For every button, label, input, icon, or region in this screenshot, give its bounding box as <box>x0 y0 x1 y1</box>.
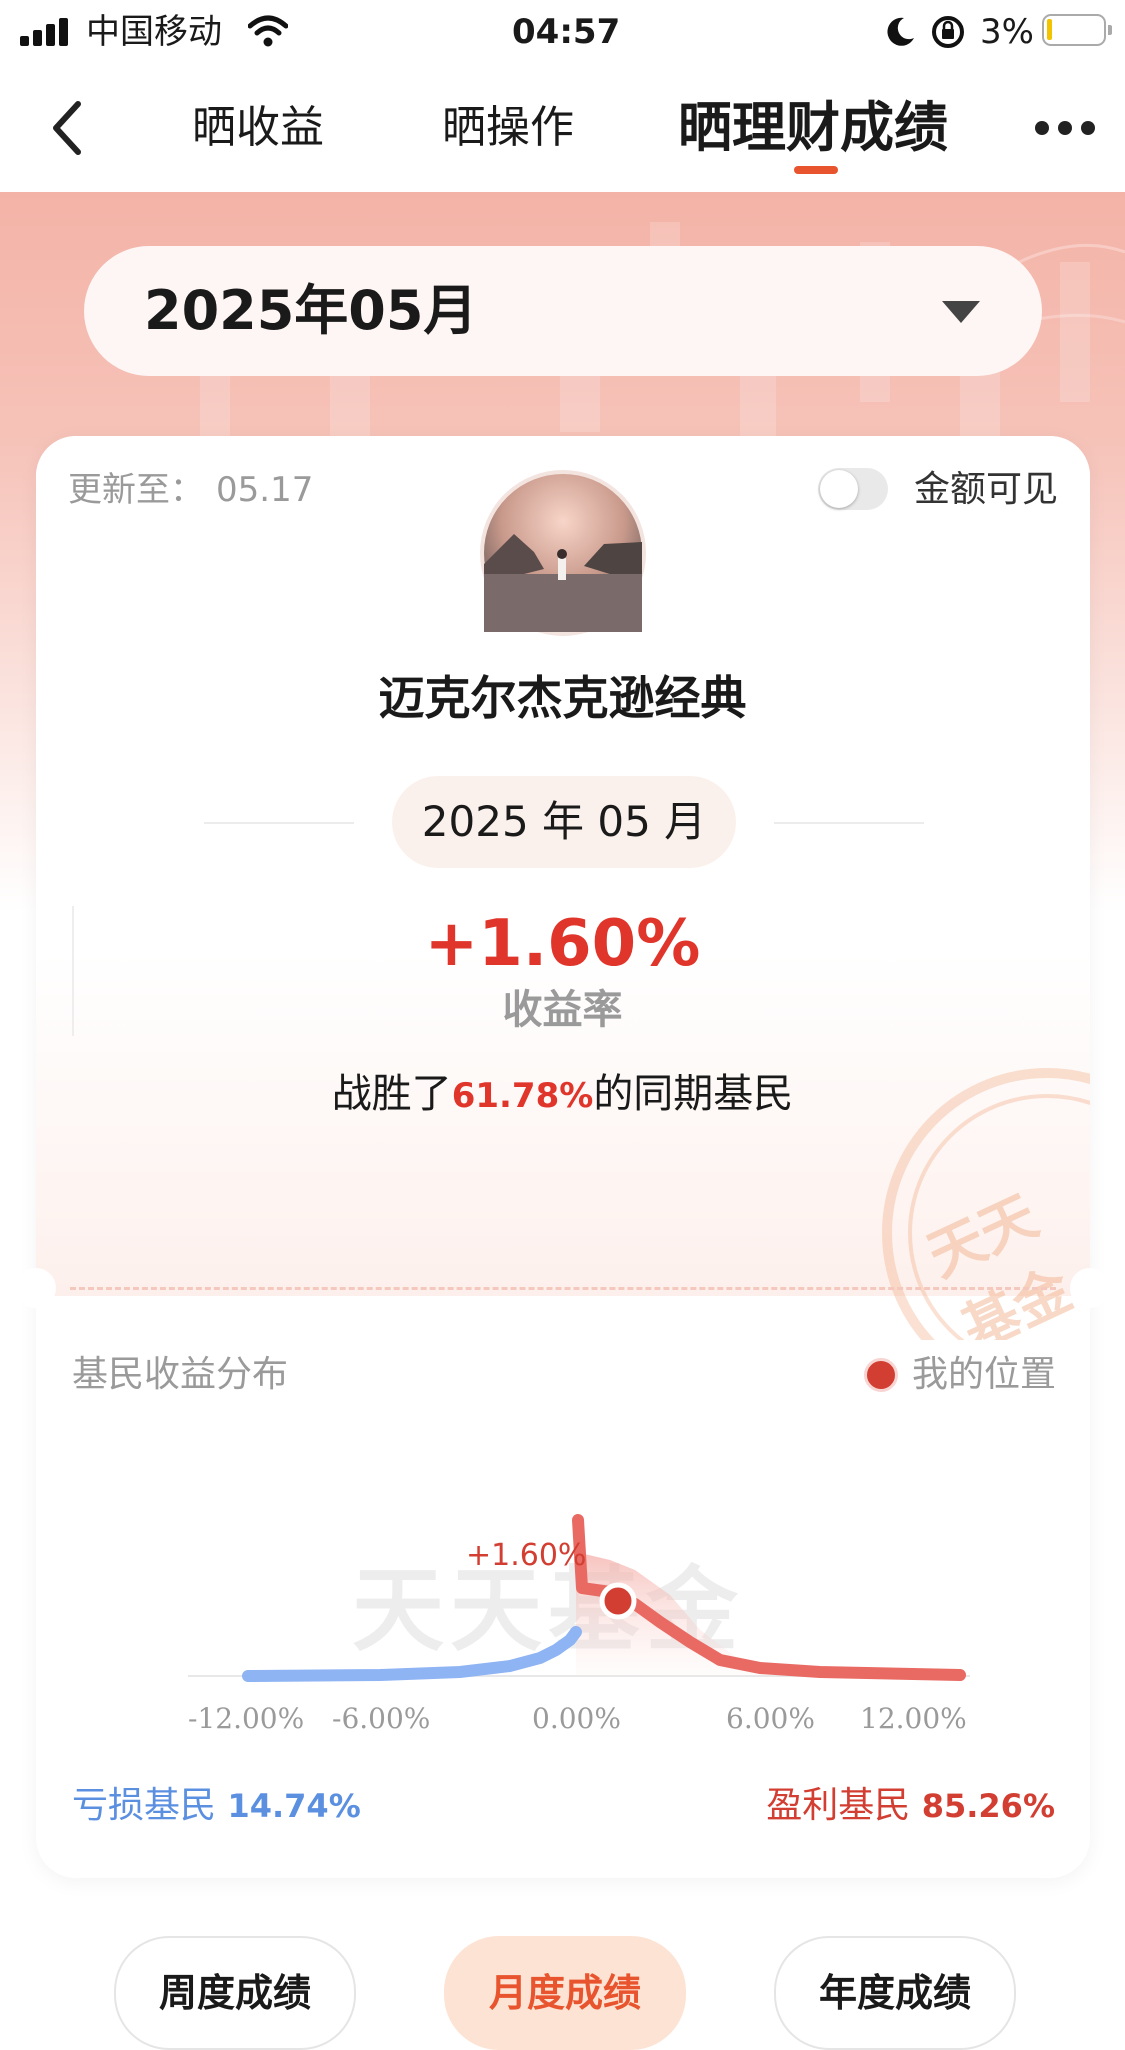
weekly-results-button[interactable]: 周度成绩 <box>114 1936 356 2050</box>
return-rate-label: 收益率 <box>502 987 623 1033</box>
x-tick-0: 0.00% <box>532 1702 621 1735</box>
battery-icon <box>1042 14 1112 46</box>
divider-right <box>774 822 924 824</box>
updated-date: 05.17 <box>216 470 314 510</box>
status-bar: 中国移动 04:57 3% <box>0 0 1125 64</box>
distribution-title: 基民收益分布 <box>72 1354 289 1395</box>
x-tick-neg12: -12.00% <box>188 1702 305 1735</box>
carrier-name: 中国移动 <box>86 12 222 52</box>
clock-time: 04:57 <box>512 12 621 52</box>
toggle-knob <box>820 470 858 508</box>
amount-visible-toggle[interactable] <box>818 468 888 510</box>
amount-visible-label: 金额可见 <box>914 469 1059 510</box>
distribution-chart <box>188 1514 970 1682</box>
monthly-results-button[interactable]: 月度成绩 <box>444 1936 686 2050</box>
signal-icon <box>20 18 68 46</box>
my-position-dot-icon <box>864 1358 898 1392</box>
active-tab-indicator <box>794 166 838 174</box>
rotation-lock-icon <box>932 16 964 48</box>
battery-percent: 3% <box>980 12 1034 52</box>
top-nav: 晒收益 晒操作 晒理财成绩 <box>0 64 1125 193</box>
back-arrow-icon[interactable] <box>50 100 84 156</box>
stamp-clip: 天天基金 <box>36 1040 1090 1340</box>
avatar-scene <box>484 534 642 632</box>
return-rate-value: +1.60% <box>424 907 701 981</box>
yearly-results-button[interactable]: 年度成绩 <box>774 1936 1016 2050</box>
month-selector[interactable]: 2025年05月 <box>84 246 1042 376</box>
dropdown-caret-icon <box>942 301 980 323</box>
tab-share-operations[interactable]: 晒操作 <box>442 64 574 192</box>
profit-investors: 盈利基民 85.26% <box>766 1780 1055 1832</box>
ticket-notch-left <box>16 1268 56 1308</box>
month-selector-value: 2025年05月 <box>144 279 478 342</box>
loss-label: 亏损基民 <box>72 1785 217 1826</box>
avatar <box>480 470 646 636</box>
username: 迈克尔杰克逊经典 <box>378 671 747 725</box>
loss-investors: 亏损基民 14.74% <box>72 1780 361 1832</box>
updated-label: 更新至： <box>68 470 204 510</box>
ticket-dash <box>70 1287 1056 1290</box>
moon-icon <box>887 17 914 46</box>
loss-curve <box>242 1626 582 1682</box>
my-position-marker <box>599 1582 637 1620</box>
profit-label: 盈利基民 <box>766 1785 911 1826</box>
marker-label: +1.60% <box>466 1538 587 1573</box>
profit-percent: 85.26% <box>921 1787 1055 1825</box>
tab-share-earnings[interactable]: 晒收益 <box>192 64 324 192</box>
x-tick-neg6: -6.00% <box>332 1702 431 1735</box>
x-tick-6: 6.00% <box>726 1702 815 1735</box>
divider-left <box>204 822 354 824</box>
more-icon[interactable] <box>1034 120 1096 136</box>
ticket-notch-right <box>1070 1268 1110 1308</box>
period-pill: 2025 年 05 月 <box>392 776 736 868</box>
loss-percent: 14.74% <box>227 1787 361 1825</box>
my-position-legend: 我的位置 <box>912 1354 1057 1395</box>
profit-area <box>576 1552 960 1676</box>
wifi-icon <box>248 15 288 47</box>
x-tick-12: 12.00% <box>860 1702 967 1735</box>
